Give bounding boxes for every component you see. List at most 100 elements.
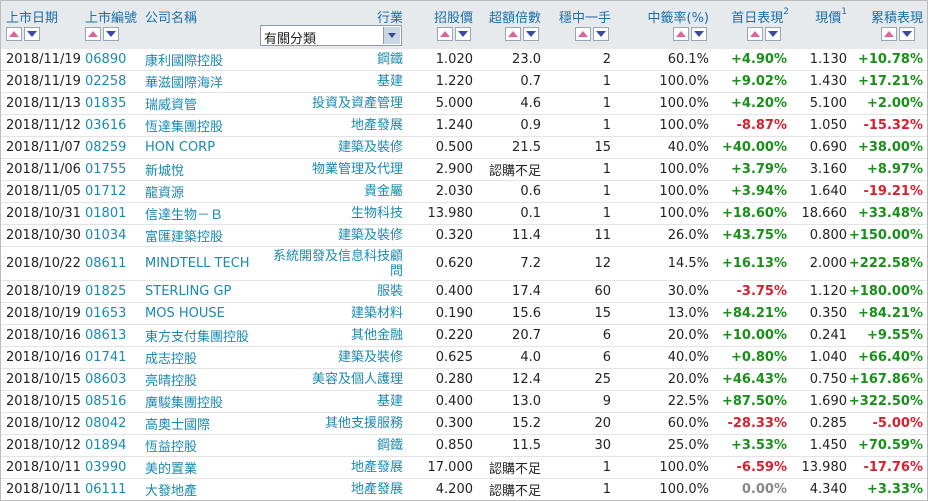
- header-first-day[interactable]: 首日表現2: [717, 7, 789, 26]
- cell-cumulative: +84.21%: [857, 306, 923, 321]
- sort-desc-button[interactable]: [24, 27, 40, 41]
- cell-list-date: 2018/11/19: [6, 52, 81, 67]
- cell-ipo-price: 1.020: [435, 52, 473, 67]
- cell-company-name[interactable]: 恆達集團控股: [145, 115, 223, 136]
- sort-desc-button[interactable]: [899, 27, 915, 41]
- cell-company-name[interactable]: MOS HOUSE: [145, 303, 225, 324]
- header-cumulative[interactable]: 累積表現: [853, 7, 923, 26]
- cell-stock-code[interactable]: 06111: [85, 479, 126, 500]
- cell-company-name[interactable]: 東方支付集團控股: [145, 325, 249, 346]
- cell-industry[interactable]: 建築及裝修: [267, 137, 403, 158]
- header-current-price[interactable]: 現價1: [801, 7, 847, 26]
- cell-industry[interactable]: 物業管理及代理: [267, 159, 403, 180]
- cell-industry[interactable]: 基建: [267, 71, 403, 92]
- cell-company-name[interactable]: 高奧士國際: [145, 413, 210, 434]
- cell-industry[interactable]: 建築及裝修: [267, 225, 403, 246]
- cell-company-name[interactable]: 瑞威資管: [145, 93, 197, 114]
- sort-desc-button[interactable]: [103, 27, 119, 41]
- cell-company-name[interactable]: 恆益控股: [145, 435, 197, 456]
- header-one-lot[interactable]: 穩中一手: [549, 7, 611, 26]
- cell-company-name[interactable]: 廣駿集團控股: [145, 391, 223, 412]
- cell-company-name[interactable]: 成志控股: [145, 347, 197, 368]
- sort-asc-button[interactable]: [85, 27, 101, 41]
- cell-company-name[interactable]: 龍資源: [145, 181, 184, 202]
- industry-filter-select[interactable]: 有關分類: [260, 25, 402, 47]
- cell-industry[interactable]: 其他金融: [267, 325, 403, 346]
- cell-stock-code[interactable]: 01741: [85, 347, 126, 368]
- cell-company-name[interactable]: 信達生物－Ｂ: [145, 203, 223, 224]
- cell-stock-code[interactable]: 02258: [85, 71, 126, 92]
- cell-first-day: +16.13%: [721, 256, 787, 271]
- sort-down-icon: [106, 31, 116, 37]
- sort-asc-button[interactable]: [575, 27, 591, 41]
- cell-stock-code[interactable]: 01801: [85, 203, 126, 224]
- cell-industry[interactable]: 地產發展: [267, 457, 403, 478]
- cell-industry[interactable]: 其他支援服務: [267, 413, 403, 434]
- sort-asc-button[interactable]: [6, 27, 22, 41]
- cell-first-day: -6.59%: [736, 460, 788, 475]
- sort-asc-button[interactable]: [505, 27, 521, 41]
- cell-stock-code[interactable]: 01835: [85, 93, 126, 114]
- header-code[interactable]: 上市編號: [85, 7, 137, 26]
- sort-desc-button[interactable]: [523, 27, 539, 41]
- cell-stock-code[interactable]: 01034: [85, 225, 126, 246]
- sort-asc-button[interactable]: [673, 27, 689, 41]
- cell-industry[interactable]: 建築材料: [267, 303, 403, 324]
- sort-desc-button[interactable]: [691, 27, 707, 41]
- sort-desc-button[interactable]: [765, 27, 781, 41]
- cell-company-name[interactable]: 新城悅: [145, 159, 184, 180]
- header-list-date[interactable]: 上市日期: [6, 7, 58, 26]
- sort-up-icon: [884, 31, 894, 37]
- cell-stock-code[interactable]: 08516: [85, 391, 126, 412]
- cell-stock-code[interactable]: 08611: [85, 247, 126, 280]
- cell-industry[interactable]: 地產發展: [267, 115, 403, 136]
- cell-stock-code[interactable]: 01712: [85, 181, 126, 202]
- cell-industry[interactable]: 生物科技: [267, 203, 403, 224]
- header-lottery-rate[interactable]: 中籤率(%): [615, 7, 710, 26]
- cell-industry[interactable]: 美容及個人護理: [267, 369, 403, 390]
- cell-company-name[interactable]: 大發地產: [145, 479, 197, 500]
- cell-stock-code[interactable]: 08603: [85, 369, 126, 390]
- cell-company-name[interactable]: 康利國際控股: [145, 49, 223, 70]
- cell-company-name[interactable]: 亮晴控股: [145, 369, 197, 390]
- cell-industry[interactable]: 建築及裝修: [267, 347, 403, 368]
- first-day-footnote: 2: [783, 6, 789, 17]
- cell-industry[interactable]: 地產發展: [267, 479, 403, 500]
- cell-stock-code[interactable]: 08042: [85, 413, 126, 434]
- header-name[interactable]: 公司名稱: [145, 7, 197, 26]
- header-ipo-price[interactable]: 招股價: [411, 7, 473, 26]
- dropdown-arrow-icon[interactable]: [383, 27, 400, 44]
- cell-stock-code[interactable]: 01894: [85, 435, 126, 456]
- cell-company-name[interactable]: 美的置業: [145, 457, 197, 478]
- cell-company-name[interactable]: 華滋國際海洋: [145, 71, 223, 92]
- sort-asc-button[interactable]: [881, 27, 897, 41]
- cell-company-name[interactable]: MINDTELL TECH: [145, 247, 250, 280]
- cell-industry[interactable]: 系統開發及信息科技顧問: [267, 247, 403, 280]
- cell-stock-code[interactable]: 08613: [85, 325, 126, 346]
- cell-stock-code[interactable]: 01825: [85, 281, 126, 302]
- header-oversubscription[interactable]: 超額倍數: [479, 7, 541, 26]
- cell-industry[interactable]: 基建: [267, 391, 403, 412]
- cell-cumulative: -17.76%: [863, 460, 923, 475]
- sort-asc-button[interactable]: [747, 27, 763, 41]
- cell-industry[interactable]: 貴金屬: [267, 181, 403, 202]
- cell-company-name[interactable]: STERLING GP: [145, 281, 231, 302]
- cell-stock-code[interactable]: 03990: [85, 457, 126, 478]
- sort-desc-button[interactable]: [455, 27, 471, 41]
- sort-asc-button[interactable]: [437, 27, 453, 41]
- cell-stock-code[interactable]: 03616: [85, 115, 126, 136]
- cell-company-name[interactable]: HON CORP: [145, 137, 215, 158]
- cell-stock-code[interactable]: 06890: [85, 49, 126, 70]
- cell-stock-code[interactable]: 01653: [85, 303, 126, 324]
- cell-company-name[interactable]: 富匯建築控股: [145, 225, 223, 246]
- cell-industry[interactable]: 鋼鐵: [267, 49, 403, 70]
- cell-stock-code[interactable]: 08259: [85, 137, 126, 158]
- cell-industry[interactable]: 投資及資產管理: [267, 93, 403, 114]
- cell-stock-code[interactable]: 01755: [85, 159, 126, 180]
- cell-oversubscription: 11.5: [512, 438, 541, 453]
- header-industry[interactable]: 行業: [341, 7, 403, 26]
- cell-industry[interactable]: 服裝: [267, 281, 403, 302]
- sort-down-icon: [902, 31, 912, 37]
- cell-industry[interactable]: 鋼鐵: [267, 435, 403, 456]
- sort-desc-button[interactable]: [593, 27, 609, 41]
